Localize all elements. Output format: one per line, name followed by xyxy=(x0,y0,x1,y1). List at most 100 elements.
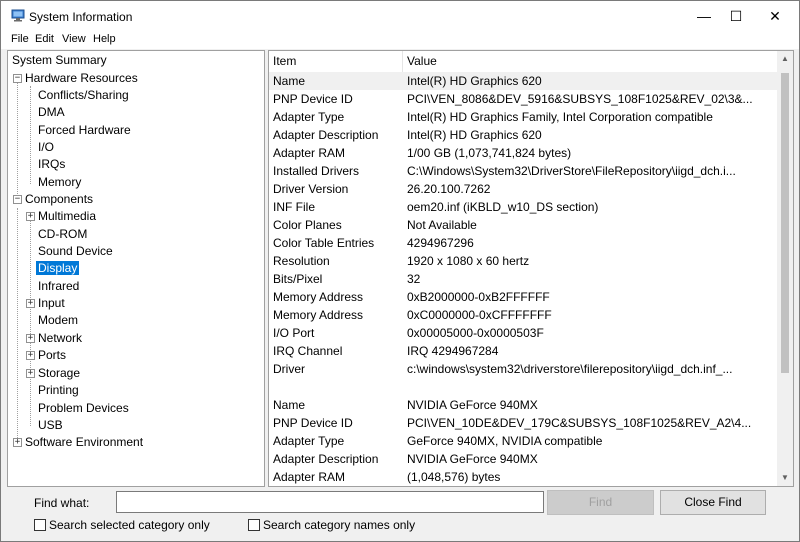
details-row[interactable]: Adapter RAM 1/00 GB (1,073,741,824 bytes) xyxy=(269,144,779,162)
details-row[interactable]: Color Table Entries 4294967296 xyxy=(269,234,779,252)
collapse-icon[interactable]: − xyxy=(13,74,22,83)
details-row[interactable]: Memory Address 0xB2000000-0xB2FFFFFF xyxy=(269,288,779,306)
tree-item-network[interactable]: Network xyxy=(36,330,84,347)
details-item-cell: Adapter Type xyxy=(273,434,345,448)
close-find-button[interactable]: Close Find xyxy=(660,490,766,515)
details-row[interactable]: Name NVIDIA GeForce 940MX xyxy=(269,396,779,414)
tree-item-components[interactable]: Components xyxy=(23,191,95,208)
expand-icon[interactable]: + xyxy=(26,334,35,343)
details-value-cell: oem20.inf (iKBLD_w10_DS section) xyxy=(407,200,599,214)
details-value-cell: 1/00 GB (1,073,741,824 bytes) xyxy=(407,146,572,160)
expand-icon[interactable]: + xyxy=(26,212,35,221)
details-row[interactable]: Bits/Pixel 32 xyxy=(269,270,779,288)
find-button[interactable]: Find xyxy=(547,490,654,515)
search-selected-category-checkbox[interactable] xyxy=(34,519,46,531)
tree-item-conflicts-sharing[interactable]: Conflicts/Sharing xyxy=(36,87,131,104)
tree-item-infrared[interactable]: Infrared xyxy=(36,278,81,295)
tree-item-sound-device[interactable]: Sound Device xyxy=(36,243,115,260)
tree-item-input[interactable]: Input xyxy=(36,295,67,312)
details-item-cell: Adapter RAM xyxy=(273,146,346,160)
details-item-cell: Bits/Pixel xyxy=(273,272,323,286)
tree-item-printing[interactable]: Printing xyxy=(36,382,81,399)
tree-item-system-summary[interactable]: System Summary xyxy=(10,52,109,69)
tree-item-problem-devices[interactable]: Problem Devices xyxy=(36,400,131,417)
tree-item-hardware-resources[interactable]: Hardware Resources xyxy=(23,70,140,87)
menu-edit[interactable]: Edit xyxy=(35,33,54,45)
title-bar[interactable]: System Information — ☐ ✕ xyxy=(1,1,799,31)
details-item-cell: Color Planes xyxy=(273,218,342,232)
details-row[interactable]: Adapter Type GeForce 940MX, NVIDIA compat… xyxy=(269,432,779,450)
details-row[interactable]: Adapter Description NVIDIA GeForce 940MX xyxy=(269,450,779,468)
tree-item-ports[interactable]: Ports xyxy=(36,347,68,364)
tree-item-software-environment[interactable]: Software Environment xyxy=(23,434,145,451)
details-row[interactable]: INF File oem20.inf (iKBLD_w10_DS section) xyxy=(269,198,779,216)
details-row[interactable]: I/O Port 0x00005000-0x0000503F xyxy=(269,324,779,342)
tree-connector xyxy=(30,216,31,426)
details-row[interactable]: PNP Device ID PCI\VEN_10DE&DEV_179C&SUBSY… xyxy=(269,414,779,432)
details-item-cell: Name xyxy=(273,398,306,412)
scroll-down-icon[interactable]: ▼ xyxy=(777,470,793,486)
tree-item-display[interactable]: Display xyxy=(36,260,80,277)
search-category-names-checkbox[interactable] xyxy=(248,519,260,531)
details-row[interactable]: Name Intel(R) HD Graphics 620 xyxy=(269,72,779,90)
tree-item-io[interactable]: I/O xyxy=(36,139,56,156)
close-icon: ✕ xyxy=(769,7,781,24)
find-what-input[interactable] xyxy=(116,491,544,513)
details-item-cell: Adapter Description xyxy=(273,452,379,466)
tree-item-forced-hardware[interactable]: Forced Hardware xyxy=(36,122,133,139)
maximize-button[interactable]: ☐ xyxy=(717,1,755,31)
details-row[interactable]: Color Planes Not Available xyxy=(269,216,779,234)
tree-connector xyxy=(17,208,18,444)
tree-item-irqs[interactable]: IRQs xyxy=(36,156,67,173)
system-information-window: System Information — ☐ ✕ File Edit View … xyxy=(0,0,800,542)
tree-item-modem[interactable]: Modem xyxy=(36,312,80,329)
tree-item-memory[interactable]: Memory xyxy=(36,174,83,191)
details-item-cell: IRQ Channel xyxy=(273,344,343,358)
scroll-up-icon[interactable]: ▲ xyxy=(777,51,793,67)
details-row[interactable] xyxy=(269,378,779,396)
tree-item-cd-rom[interactable]: CD-ROM xyxy=(36,226,89,243)
details-value-cell: (1,048,576) bytes xyxy=(407,470,501,484)
expand-icon[interactable]: + xyxy=(26,369,35,378)
scrollbar-thumb[interactable] xyxy=(781,73,789,373)
details-value-cell: 0xB2000000-0xB2FFFFFF xyxy=(407,290,550,304)
expand-icon[interactable]: + xyxy=(26,351,35,360)
details-row[interactable]: Adapter Description Intel(R) HD Graphics … xyxy=(269,126,779,144)
details-row[interactable]: Driver Version 26.20.100.7262 xyxy=(269,180,779,198)
details-list[interactable]: Item Value Name Intel(R) HD Graphics 620 P… xyxy=(268,50,794,487)
find-what-label: Find what: xyxy=(34,496,90,510)
expand-icon[interactable]: + xyxy=(26,299,35,308)
details-row[interactable]: Installed Drivers C:\Windows\System32\Dri… xyxy=(269,162,779,180)
column-header-item[interactable]: Item xyxy=(269,51,403,72)
search-category-names-label: Search category names only xyxy=(263,518,416,532)
tree-item-multimedia[interactable]: Multimedia xyxy=(36,208,98,225)
search-selected-category-option[interactable]: Search selected category only xyxy=(34,518,210,532)
vertical-scrollbar[interactable]: ▲ ▼ xyxy=(777,51,793,486)
details-item-cell: Memory Address xyxy=(273,308,364,322)
tree-item-dma[interactable]: DMA xyxy=(36,104,67,121)
details-row[interactable]: Adapter RAM (1,048,576) bytes xyxy=(269,468,779,486)
expand-icon[interactable]: + xyxy=(13,438,22,447)
close-button[interactable]: ✕ xyxy=(756,1,794,31)
details-value-cell: PCI\VEN_8086&DEV_5916&SUBSYS_108F1025&RE… xyxy=(407,92,753,106)
details-row[interactable]: Adapter Type Intel(R) HD Graphics Family,… xyxy=(269,108,779,126)
details-row[interactable]: Resolution 1920 x 1080 x 60 hertz xyxy=(269,252,779,270)
details-row[interactable]: PNP Device ID PCI\VEN_8086&DEV_5916&SUBSY… xyxy=(269,90,779,108)
details-value-cell: 0xC0000000-0xCFFFFFFF xyxy=(407,308,552,322)
tree-item-usb[interactable]: USB xyxy=(36,417,65,434)
details-item-cell: I/O Port xyxy=(273,326,315,340)
details-row[interactable]: Memory Address 0xC0000000-0xCFFFFFFF xyxy=(269,306,779,324)
collapse-icon[interactable]: − xyxy=(13,195,22,204)
details-row[interactable]: IRQ Channel IRQ 4294967284 xyxy=(269,342,779,360)
column-header-value[interactable]: Value xyxy=(403,51,779,72)
tree-item-storage[interactable]: Storage xyxy=(36,365,82,382)
details-item-cell: Memory Address xyxy=(273,290,364,304)
search-category-names-option[interactable]: Search category names only xyxy=(248,518,415,532)
maximize-icon: ☐ xyxy=(729,7,743,24)
details-row[interactable]: Driver c:\windows\system32\driverstore\fi… xyxy=(269,360,779,378)
menu-help[interactable]: Help xyxy=(93,33,116,45)
category-tree[interactable]: System Summary − Hardware Resources Conf… xyxy=(7,50,265,487)
menu-view[interactable]: View xyxy=(62,33,86,45)
menu-file[interactable]: File xyxy=(11,33,29,45)
details-item-cell: Adapter Description xyxy=(273,128,379,142)
